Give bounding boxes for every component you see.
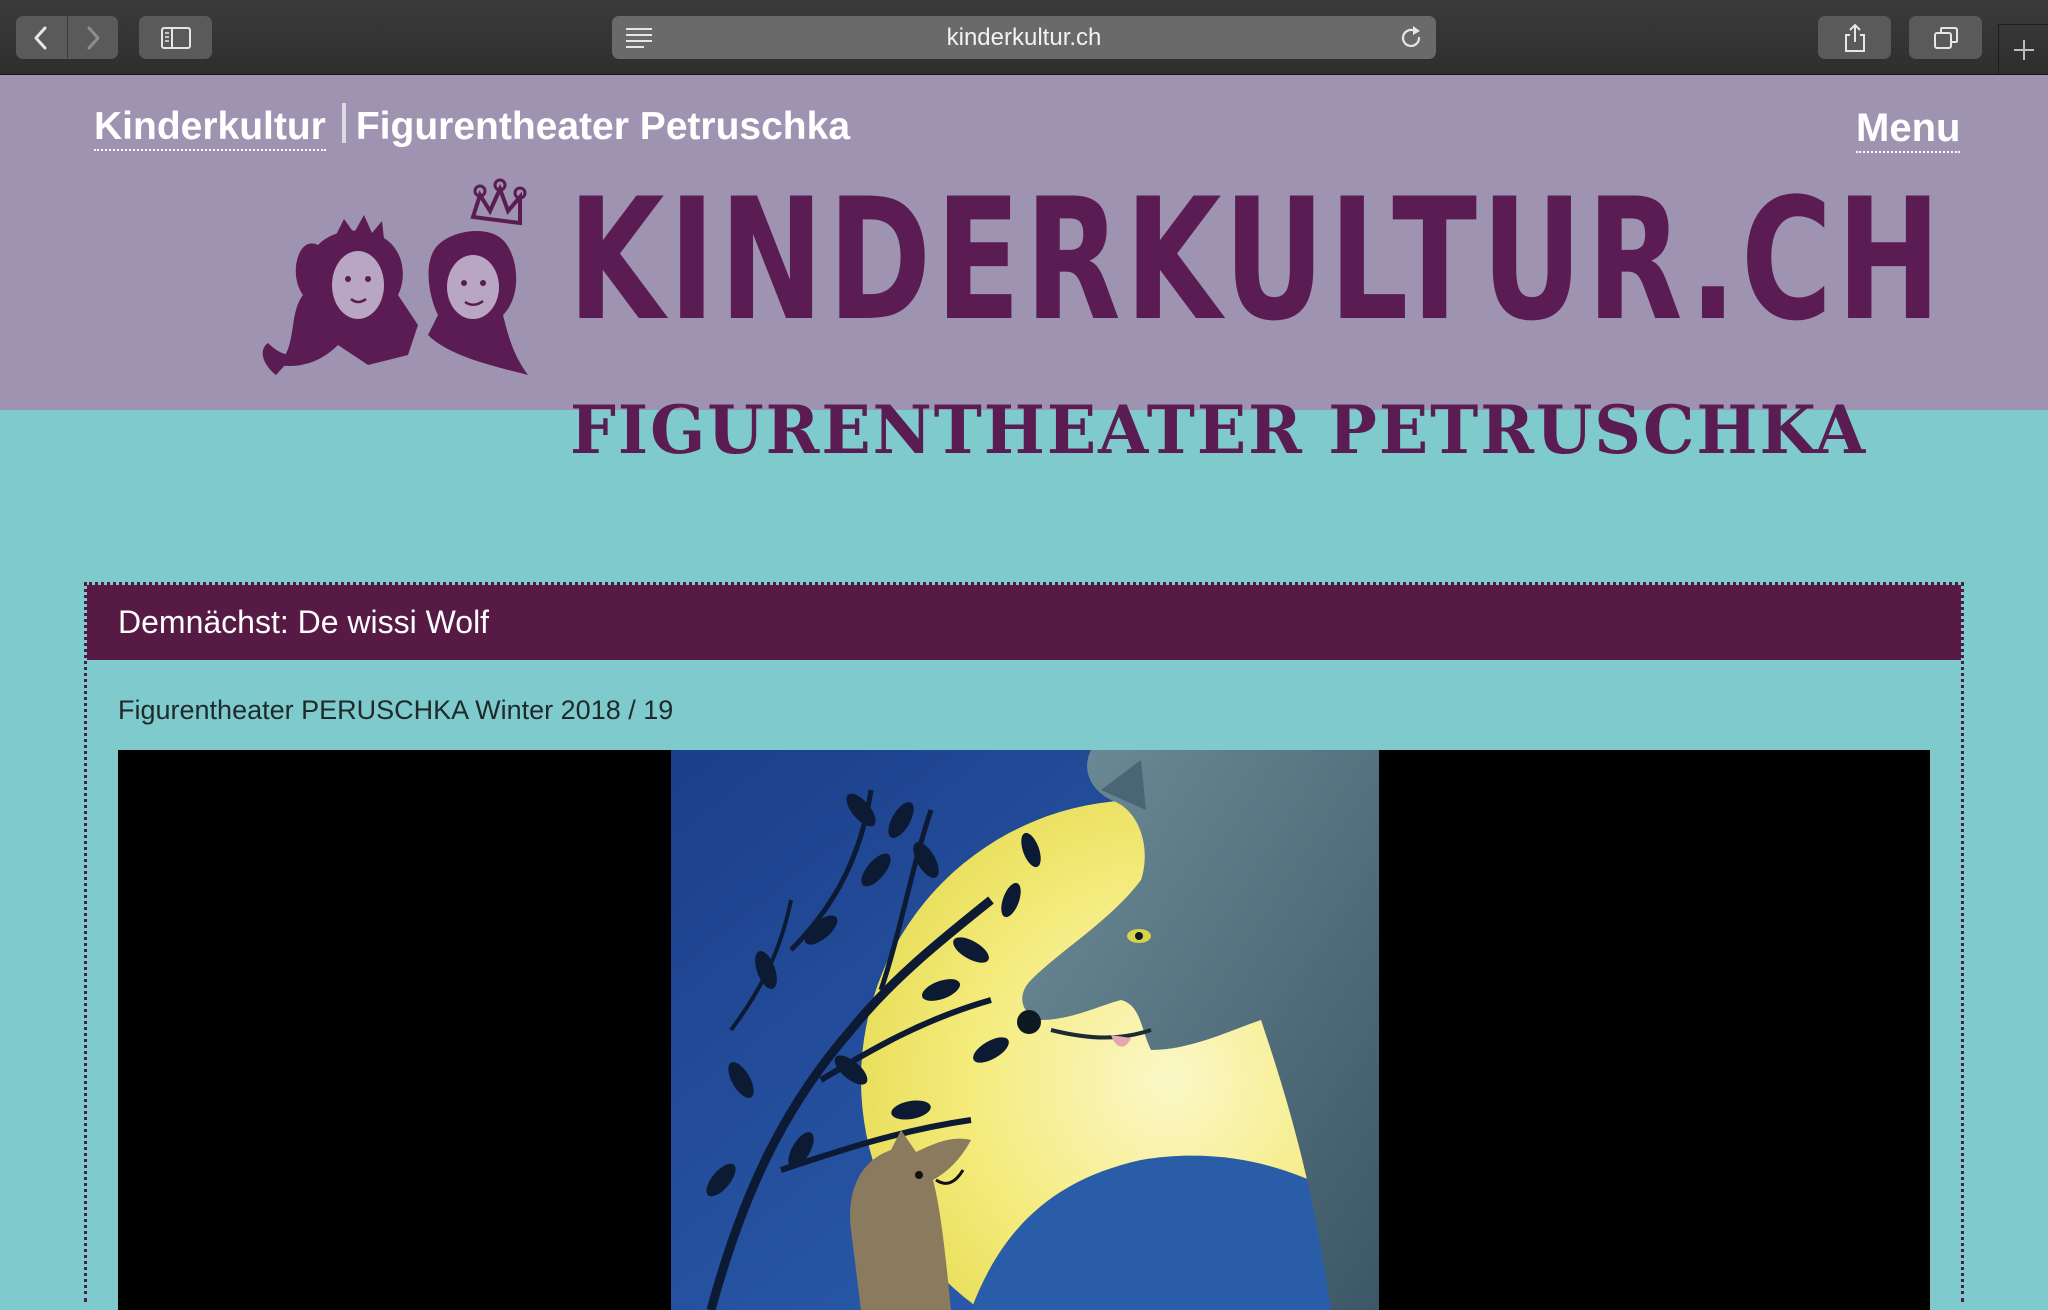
- tabs-overview-button[interactable]: [1909, 16, 1982, 59]
- history-nav: [16, 16, 118, 59]
- forward-button[interactable]: [67, 16, 118, 59]
- menu-button[interactable]: Menu: [1856, 105, 1961, 153]
- wolf-moon-illustration: [671, 750, 1379, 1310]
- site-subtitle: Figurentheater Petruschka: [355, 105, 851, 148]
- event-card: Demnächst: De wissi Wolf Figurentheater …: [84, 582, 1964, 1310]
- site-logo[interactable]: KINDERKULTUR.CH FIGURENTHEATER PETRUSCHK…: [258, 175, 1941, 475]
- logo-subtitle: FIGURENTHEATER PETRUSCHKA: [570, 391, 1868, 469]
- sidebar-button[interactable]: [139, 16, 212, 59]
- tabs-icon: [1933, 26, 1958, 49]
- chevron-right-icon: [87, 26, 100, 49]
- card-title: Demnächst: De wissi Wolf: [87, 585, 1961, 660]
- back-button[interactable]: [16, 16, 67, 59]
- url-text[interactable]: kinderkultur.ch: [612, 16, 1436, 59]
- share-icon: [1844, 23, 1865, 52]
- browser-toolbar: kinderkultur.ch: [0, 0, 2048, 75]
- reload-icon[interactable]: [1398, 25, 1424, 51]
- address-bar[interactable]: kinderkultur.ch: [612, 16, 1436, 59]
- brand-separator: [341, 103, 346, 143]
- home-link[interactable]: Kinderkultur: [94, 105, 326, 151]
- plus-icon: [2013, 40, 2034, 60]
- chevron-left-icon: [34, 26, 47, 49]
- new-tab-button[interactable]: [1998, 24, 2048, 75]
- site-header: Kinderkultur Figurentheater Petruschka M…: [0, 75, 2048, 463]
- share-button[interactable]: [1818, 16, 1891, 59]
- puppet-figures-logo-icon: [262, 178, 528, 375]
- logo-wordmark: KINDERKULTUR.CH: [568, 162, 1946, 358]
- card-lead-text: Figurentheater PERUSCHKA Winter 2018 / 1…: [118, 695, 674, 725]
- event-image-frame[interactable]: [118, 750, 1930, 1310]
- sidebar-icon: [160, 26, 191, 49]
- site-brand: Kinderkultur Figurentheater Petruschka: [94, 99, 850, 151]
